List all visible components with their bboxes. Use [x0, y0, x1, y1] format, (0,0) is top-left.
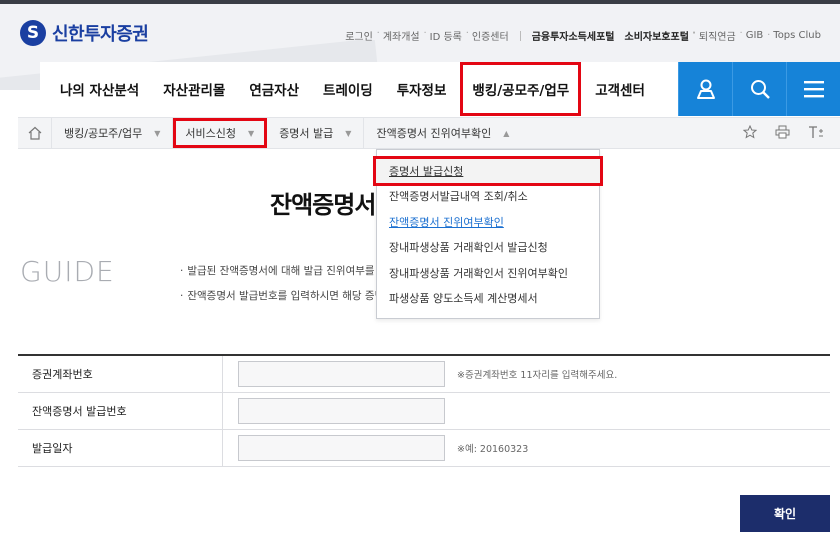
guide-text-2: 잔액증명서 발급번호를 입력하시면 해당 증명서의 진위여부를 확인하실 수 있… — [180, 288, 376, 303]
brand-name: 신한투자증권 — [52, 24, 149, 45]
gnb-item-trading[interactable]: 트레이딩 — [311, 62, 385, 116]
global-nav: 나의 자산분석 자산관리몰 연금자산 트레이딩 투자정보 뱅킹/공모주/업무 고… — [40, 62, 840, 116]
user-icon[interactable] — [678, 62, 732, 116]
util-link-id-register[interactable]: ID 등록 — [425, 28, 469, 43]
caret-down-icon: ▼ — [345, 128, 352, 138]
dropdown-item-derivative-verify[interactable]: 장내파생상품 거래확인서 진위여부확인 — [377, 260, 599, 286]
dropdown-item-cert-request[interactable]: 증명서 발급신청 — [373, 156, 603, 186]
top-bar — [0, 0, 840, 4]
issue-number-label: 잔액증명서 발급번호 — [18, 393, 223, 429]
brand-logo[interactable]: S 신한투자증권 — [20, 20, 149, 46]
form-row-issue-date: 발급일자 ※예: 20160323 — [18, 430, 830, 467]
verify-form: 증권계좌번호 ※증권계좌번호 11자리를 입력해주세요. 잔액증명서 발급번호 … — [18, 354, 830, 467]
dropdown-item-history[interactable]: 잔액증명서발급내역 조회/취소 — [377, 184, 599, 210]
account-number-hint: ※증권계좌번호 11자리를 입력해주세요. — [457, 370, 618, 381]
issue-number-input[interactable] — [238, 398, 445, 424]
util-link-cert-center[interactable]: 인증센터 — [467, 28, 514, 43]
breadcrumb-item-certificate[interactable]: 증명서 발급 ▼ — [267, 118, 365, 148]
form-row-account: 증권계좌번호 ※증권계좌번호 11자리를 입력해주세요. — [18, 356, 830, 393]
guide-label: GUIDE — [20, 255, 115, 288]
star-icon[interactable] — [742, 124, 758, 142]
page-title: 잔액증명서 진위여부확인 — [270, 191, 376, 219]
dropdown-item-verify[interactable]: 잔액증명서 진위여부확인 — [377, 209, 599, 235]
util-link-account-open[interactable]: 계좌개설 — [378, 28, 427, 43]
shinhan-logo-icon: S — [20, 20, 46, 46]
breadcrumb-item-verify[interactable]: 잔액증명서 진위여부확인 ▲ — [364, 118, 521, 148]
account-number-input[interactable] — [238, 361, 445, 387]
gnb-item-investment-info[interactable]: 투자정보 — [385, 62, 459, 116]
gnb-item-banking[interactable]: 뱅킹/공모주/업무 — [460, 62, 582, 116]
breadcrumb-label: 잔액증명서 진위여부확인 — [376, 127, 492, 140]
issue-date-input[interactable] — [238, 435, 445, 461]
confirm-button[interactable]: 확인 — [740, 495, 830, 532]
breadcrumb-tools — [742, 118, 824, 148]
issue-date-label: 발급일자 — [18, 430, 223, 466]
print-icon[interactable] — [775, 125, 790, 142]
guide-text-1: 발급된 잔액증명서에 대해 발급 진위여부를 확인하실 수 있습니다. — [180, 263, 376, 278]
breadcrumb-label: 증명서 발급 — [279, 127, 334, 140]
home-icon[interactable] — [18, 118, 52, 148]
text-size-icon[interactable] — [808, 125, 824, 142]
breadcrumb: 뱅킹/공모주/업무 ▼ 서비스신청 ▼ 증명서 발급 ▼ 잔액증명서 진위여부확… — [18, 117, 840, 149]
util-link-consumer-portal[interactable]: 소비자보호포털 — [620, 28, 697, 43]
util-link-login[interactable]: 로그인 — [340, 28, 379, 43]
issue-date-hint: ※예: 20160323 — [457, 444, 529, 455]
account-number-label: 증권계좌번호 — [18, 356, 223, 392]
utility-nav: 로그인 계좌개설 ID 등록 인증센터 금융투자소득세포털 소비자보호포털 퇴직… — [340, 28, 826, 43]
dropdown-item-derivative-request[interactable]: 장내파생상품 거래확인서 발급신청 — [377, 235, 599, 261]
util-divider — [519, 30, 521, 41]
gnb-item-asset-analysis[interactable]: 나의 자산분석 — [40, 62, 151, 116]
menu-icon[interactable] — [786, 62, 840, 116]
search-icon[interactable] — [732, 62, 786, 116]
form-row-issue-number: 잔액증명서 발급번호 — [18, 393, 830, 430]
util-link-pension[interactable]: 퇴직연금 — [694, 28, 743, 43]
dropdown-item-tax-statement[interactable]: 파생상품 양도소득세 계산명세서 — [377, 286, 599, 312]
gnb-item-asset-mall[interactable]: 자산관리몰 — [151, 62, 237, 116]
util-link-tops-club[interactable]: Tops Club — [768, 30, 826, 41]
caret-up-icon: ▲ — [503, 128, 510, 138]
gnb-item-pension[interactable]: 연금자산 — [237, 62, 311, 116]
submenu-dropdown: 증명서 발급신청 잔액증명서발급내역 조회/취소 잔액증명서 진위여부확인 장내… — [373, 149, 603, 319]
breadcrumb-label: 서비스신청 — [185, 127, 237, 140]
caret-down-icon: ▼ — [154, 128, 161, 138]
util-link-gib[interactable]: GIB — [741, 30, 770, 41]
caret-down-icon: ▼ — [248, 128, 255, 138]
gnb-icon-group — [678, 62, 840, 116]
breadcrumb-item-service[interactable]: 서비스신청 ▼ — [173, 118, 268, 148]
util-link-tax-portal[interactable]: 금융투자소득세포털 — [527, 28, 620, 43]
breadcrumb-item-banking[interactable]: 뱅킹/공모주/업무 ▼ — [52, 118, 174, 148]
breadcrumb-label: 뱅킹/공모주/업무 — [64, 127, 143, 140]
gnb-item-customer-center[interactable]: 고객센터 — [583, 62, 657, 116]
